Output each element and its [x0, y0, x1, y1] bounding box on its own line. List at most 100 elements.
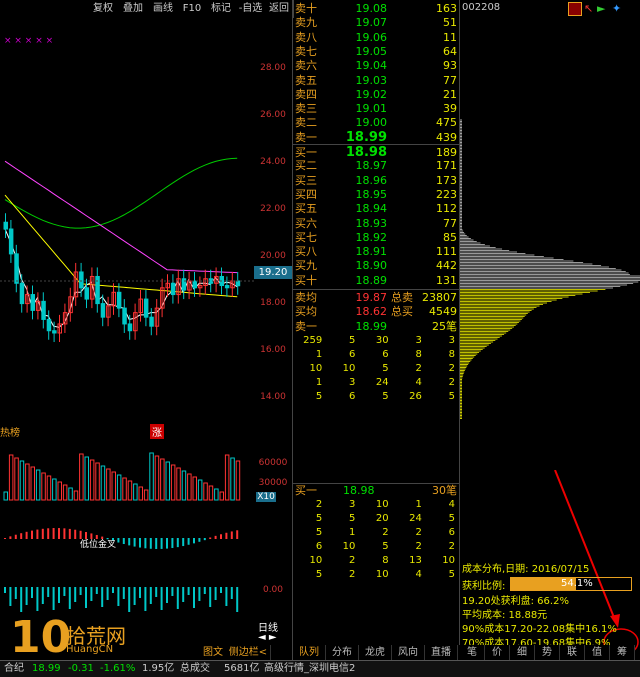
sell-row[interactable]: 卖八 19.06 11	[293, 30, 459, 46]
sell-row[interactable]: 卖一 18.99 439	[293, 130, 459, 146]
pointer-icon[interactable]: ↖	[584, 2, 593, 15]
queue-cell: 2	[415, 363, 422, 374]
sell-row[interactable]: 卖二 19.00 475	[293, 115, 459, 131]
volume-bar	[30, 466, 35, 501]
volume-bar	[143, 489, 149, 501]
row-price: 19.05	[355, 44, 388, 58]
macd-bar	[171, 538, 174, 548]
toolbar-button-4[interactable]: 标记	[206, 0, 237, 18]
tiny-tab-6[interactable]: 筹	[610, 645, 635, 660]
gear-icon[interactable]: ✦	[612, 2, 621, 15]
right-tab-4[interactable]: 直播	[425, 645, 458, 660]
indicator-bar	[90, 587, 93, 601]
row-label: 买八	[295, 245, 317, 259]
buy-row[interactable]: 买六 18.93 77	[293, 216, 459, 232]
vol-axis-60000: 60000	[258, 458, 288, 468]
volume-bar	[8, 454, 14, 501]
buy-row[interactable]: 买七 18.92 85	[293, 230, 459, 246]
tiny-tab-0[interactable]: 笔	[460, 645, 485, 660]
row-label: 卖四	[295, 87, 317, 101]
right-tab-0[interactable]: 队列	[293, 645, 326, 660]
summary-value: 18.62	[355, 305, 388, 318]
right-tab-2[interactable]: 龙虎	[359, 645, 392, 660]
macd-bar	[149, 538, 152, 549]
buy-queue-label: 买一	[295, 484, 317, 497]
queue-cell: 6	[349, 349, 356, 360]
sell-row[interactable]: 卖十 19.08 163	[293, 1, 459, 17]
sell-row[interactable]: 卖九 19.07 51	[293, 15, 459, 31]
volume-bar	[230, 457, 235, 501]
tiny-tab-1[interactable]: 价	[485, 645, 510, 660]
chart-tab-0[interactable]: 图文F10	[200, 645, 227, 673]
indicator-bar	[193, 587, 195, 608]
macd-bar	[122, 538, 125, 545]
toolbar-button-1[interactable]: 叠加	[118, 0, 149, 18]
buy-row[interactable]: 买十 18.89 131	[293, 273, 459, 289]
buy-row[interactable]: 买八 18.91 111	[293, 244, 459, 260]
toolbar-button-3[interactable]: F10	[178, 0, 207, 18]
row-price: 19.07	[355, 16, 388, 30]
indicator-bar	[95, 587, 98, 594]
candle-body	[3, 221, 8, 230]
indicator-bar	[20, 587, 23, 612]
watermark-number: 10	[10, 612, 72, 663]
sell-row[interactable]: 卖七 19.05 64	[293, 44, 459, 60]
candle-body	[100, 303, 106, 318]
row-label: 卖七	[295, 44, 317, 58]
volume-bar	[170, 464, 176, 501]
volume-bar	[224, 454, 230, 501]
row-price: 18.93	[355, 216, 388, 230]
queue-cell: 10	[375, 569, 389, 580]
tiny-tab-2[interactable]: 细	[510, 645, 535, 660]
sell-row[interactable]: 卖五 19.03 77	[293, 73, 459, 89]
volume-bar	[25, 463, 30, 501]
row-label: 卖十	[295, 2, 317, 15]
row-price: 19.06	[355, 30, 388, 44]
row-volume: 475	[436, 116, 457, 130]
queue-cell: 5	[382, 391, 389, 402]
candle-body	[79, 271, 84, 289]
row-label: 卖八	[295, 30, 317, 44]
buy-row[interactable]: 买五 18.94 112	[293, 201, 459, 217]
queue-cell: 3	[349, 499, 356, 510]
row-volume: 21	[443, 87, 457, 101]
candle-body	[149, 316, 154, 327]
toolbar-button-6[interactable]: 返回	[265, 0, 294, 18]
buy-row[interactable]: 买四 18.95 223	[293, 187, 459, 203]
chart-tab-1[interactable]: 侧边栏<	[226, 645, 271, 660]
indicator-bar	[79, 587, 82, 595]
price-axis-label: 14.00	[260, 392, 286, 402]
flag-icon[interactable]	[568, 2, 582, 16]
tiny-tab-5[interactable]: 值	[585, 645, 610, 660]
macd-bar	[14, 534, 17, 539]
buy-row[interactable]: 买二 18.97 171	[293, 158, 459, 174]
queue-cell: 1	[315, 377, 323, 388]
toolbar-button-5[interactable]: -自选	[236, 0, 266, 18]
kline-chart[interactable]: × × × × ×	[0, 18, 254, 423]
tiny-tab-4[interactable]: 联	[560, 645, 585, 660]
sell-row[interactable]: 卖三 19.01 39	[293, 101, 459, 117]
queue-row: 1 3 24 4 2	[293, 376, 459, 390]
indicator-bar	[182, 587, 185, 602]
signal-markers: × × × × ×	[4, 36, 53, 46]
sell-row[interactable]: 卖四 19.02 21	[293, 87, 459, 103]
candle-body	[143, 298, 149, 318]
row-label: 买二	[295, 159, 317, 173]
queue-cell: 6	[448, 527, 456, 538]
right-tab-3[interactable]: 风向	[392, 645, 425, 660]
summary-label: 买均	[295, 305, 317, 318]
status-pct: -1.61%	[100, 663, 136, 674]
volume-bar	[89, 459, 95, 501]
right-tab-1[interactable]: 分布	[326, 645, 359, 660]
tiny-tab-3[interactable]: 势	[535, 645, 560, 660]
price-axis-label: 20.00	[260, 251, 286, 261]
volume-bar	[219, 491, 224, 501]
buy-row[interactable]: 买三 18.96 173	[293, 173, 459, 189]
toolbar-button-0[interactable]: 复权	[88, 0, 119, 18]
sell-row[interactable]: 卖六 19.04 93	[293, 58, 459, 74]
buy-row[interactable]: 买九 18.90 442	[293, 258, 459, 274]
play-icon[interactable]: ►	[597, 2, 605, 15]
toolbar-button-2[interactable]: 画线	[148, 0, 179, 18]
queue-cell: 5	[382, 541, 389, 552]
period-controls[interactable]: ◄ ►	[258, 632, 277, 643]
